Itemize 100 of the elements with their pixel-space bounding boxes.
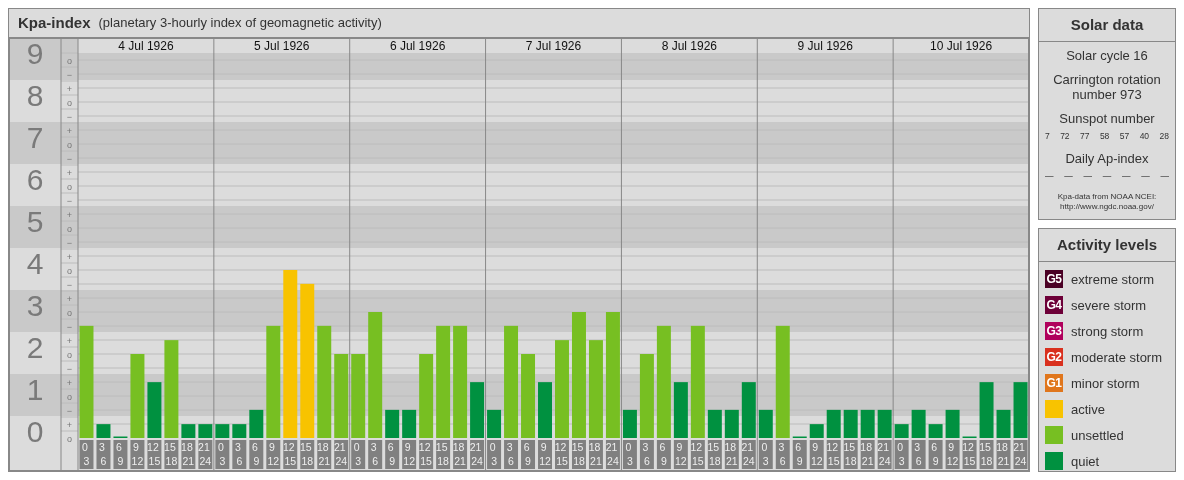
date-label: 10 Jul 1926 [930,39,993,53]
kp-bar [538,382,552,438]
kp-bar [385,409,400,438]
y-axis-label: 8 [26,79,44,112]
sunspot-value: 7 [1045,129,1050,143]
level-badge: G2 [1045,348,1063,367]
date-label: 8 Jul 1926 [661,39,718,53]
sub-level-mark: − [66,153,73,164]
date-label: 6 Jul 1926 [389,39,446,53]
hour-label: 21 24 [198,440,213,469]
sub-level-mark: + [66,293,73,304]
level-label: extreme storm [1071,270,1155,289]
kp-bar [232,424,247,438]
sub-level-mark: − [66,69,73,80]
hour-label: 6 9 [113,440,128,469]
sunspot-value: 77 [1080,129,1090,143]
sunspot-value: 58 [1099,129,1110,143]
hour-label: 18 21 [181,440,196,469]
hour-label: 0 3 [351,440,366,469]
sub-level-mark: − [66,279,73,290]
level-label: minor storm [1071,374,1140,393]
hour-label: 21 24 [469,440,485,469]
panel-title: Solar data [1039,9,1175,42]
sub-level-mark: + [66,335,73,346]
chart-title: Kpa-index [18,12,91,33]
carrington-text: Carrington rotation number 973 [1052,71,1162,102]
date-label: 9 Jul 1926 [797,39,853,53]
ap-index-value: — [1141,170,1150,183]
ap-index-label: Daily Ap-index [1064,151,1150,167]
kp-bar [487,409,502,438]
level-label: unsettled [1071,426,1124,445]
sub-level-mark: − [66,321,73,332]
kp-bar [181,424,196,438]
source-url: http://www.ngdc.noaa.gov/ [1059,202,1155,212]
sub-level-mark: + [66,251,73,262]
kp-bar [402,409,417,438]
hour-label: 9 12 [266,440,281,469]
sub-level-mark: o [67,223,72,234]
ap-index-value: — [1045,170,1054,183]
sub-level-mark: + [66,209,73,220]
sub-level-mark: + [66,83,73,94]
date-label: 4 Jul 1926 [118,39,174,53]
date-label: 7 Jul 1926 [525,39,582,53]
hour-label: 12 15 [282,440,298,469]
kp-bar [470,382,485,438]
hour-label: 6 9 [521,440,535,469]
level-badge: G3 [1045,322,1063,341]
kp-bar [249,409,264,438]
hour-label: 9 12 [538,440,552,469]
level-label: active [1071,400,1105,419]
sub-level-mark: − [66,405,73,416]
chart-subtitle: (planetary 3-hourly index of geomagnetic activity) [98,14,382,33]
ap-index-value: — [1083,170,1092,183]
kp-bar [198,424,213,438]
kp-bar [96,424,111,438]
ap-index-value: — [1102,170,1112,183]
sub-level-mark: o [67,349,72,360]
hour-label: 3 6 [96,440,111,469]
sub-level-mark: o [67,307,72,318]
ap-index-value: — [1064,170,1073,183]
date-label: 5 Jul 1926 [254,39,310,53]
y-axis-label: 4 [26,247,44,280]
level-badge: G4 [1045,296,1063,315]
hour-label: 21 24 [333,440,349,469]
kp-bar [147,382,162,438]
hour-label: 6 9 [385,440,400,469]
y-axis-label: 0 [26,415,44,448]
y-axis-label: 3 [26,289,44,322]
hour-label: 18 21 [452,440,468,469]
sub-level-mark: + [66,125,73,136]
ap-index-value: — [1122,170,1131,183]
hour-label: 9 12 [402,440,417,469]
level-label: strong storm [1071,322,1144,341]
level-label: severe storm [1071,296,1147,315]
hour-label: 15 18 [435,440,451,469]
y-axis-label: 9 [26,38,44,70]
y-axis-label: 5 [26,205,44,238]
hour-label: 15 18 [299,440,315,469]
level-label: moderate storm [1071,348,1163,367]
solar-cycle-text: Solar cycle 16 [1065,47,1149,63]
sub-level-mark: o [67,265,72,276]
hour-label: 3 6 [232,440,247,469]
sunspot-label: Sunspot number [1058,110,1156,126]
panel-title: Activity levels [1039,229,1175,262]
level-badge: G5 [1045,270,1063,289]
sub-level-mark: − [66,195,73,206]
hour-label: 3 6 [368,440,383,469]
sub-level-mark: o [67,97,72,108]
y-axis-label: 2 [26,331,44,364]
hour-label: 3 6 [504,440,519,469]
hour-label: 12 15 [554,440,569,469]
source-text: Kpa-data from NOAA NCEI: [1056,192,1158,202]
hour-label: 6 9 [249,440,264,469]
y-axis-label: 7 [26,121,44,154]
sub-level-mark: o [67,391,72,402]
hour-label: 9 12 [130,440,145,469]
sub-level-mark: o [67,433,72,444]
ap-index-value: — [1160,170,1169,183]
sub-level-mark: − [66,111,73,122]
hour-label: 18 21 [316,440,332,469]
